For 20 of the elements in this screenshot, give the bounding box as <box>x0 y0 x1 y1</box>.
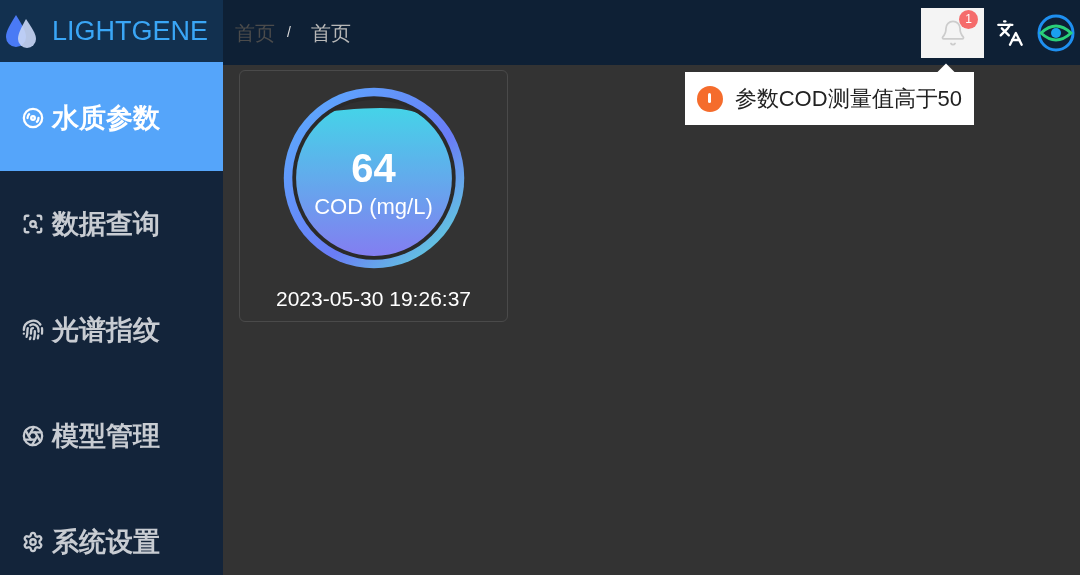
sidebar-item[interactable]: 模型管理 <box>0 383 223 489</box>
sidebar-item[interactable]: 数据查询 <box>0 171 223 277</box>
timestamp: 2023-05-30 19:26:37 <box>276 286 471 312</box>
reading-value: 64 <box>351 145 396 193</box>
translate-icon[interactable] <box>996 18 1024 47</box>
reading-unit: COD (mg/L) <box>314 193 433 221</box>
breadcrumb-separator: / <box>287 23 291 42</box>
logo-text: LIGHTGENE <box>52 14 209 48</box>
eye-logo-icon[interactable] <box>1036 12 1076 53</box>
warning-icon <box>696 85 723 112</box>
sidebar-item[interactable]: 光谱指纹 <box>0 277 223 383</box>
sidebar-item[interactable]: 系统设置 <box>0 489 223 575</box>
alert-message: 参数COD测量值高于50 <box>734 85 962 113</box>
disc-icon <box>22 107 44 129</box>
fingerprint-icon <box>22 319 44 341</box>
notification-count: 1 <box>959 9 978 29</box>
search-icon <box>22 213 44 235</box>
breadcrumb-item: 首页 <box>309 20 351 46</box>
aperture-icon <box>22 425 44 447</box>
settings-icon <box>22 531 44 553</box>
